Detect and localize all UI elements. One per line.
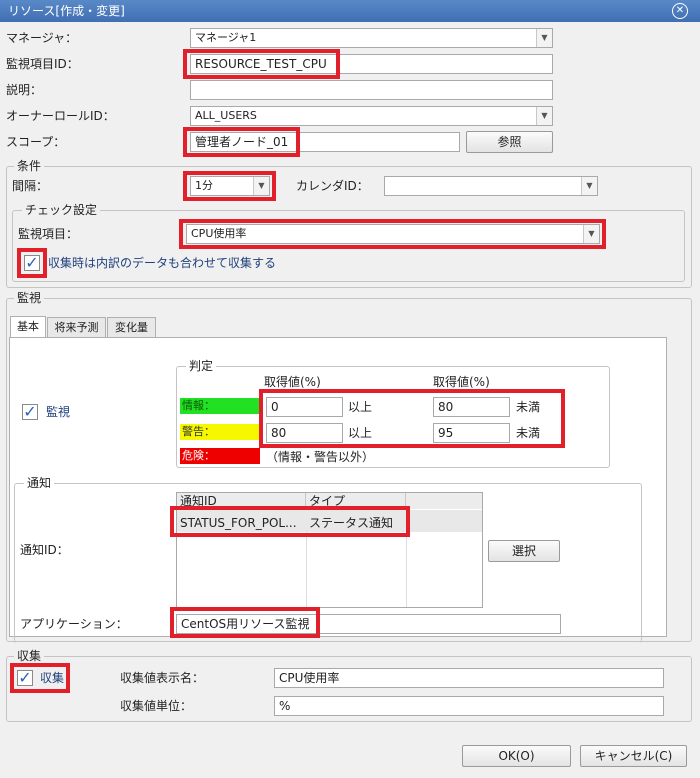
description-label: 説明： [6,83,43,97]
chevron-down-icon: ▼ [536,107,552,125]
highlight-thresholds [259,389,565,448]
calendar-label: カレンダID： [296,179,369,193]
window-title: リソース[作成・変更] [8,4,125,18]
monitor-checkbox[interactable]: ✓ [22,404,38,420]
ok-button[interactable]: OK(O) [462,745,571,767]
scope-browse-button[interactable]: 参照 [466,131,553,153]
highlight-monitor-id [183,49,340,79]
check-settings-legend: チェック設定 [22,203,101,217]
calendar-select[interactable]: ▼ [384,176,598,196]
owner-role-label: オーナーロールID： [6,109,115,123]
highlight-scope [183,127,300,157]
highlight-interval [183,171,276,201]
breakdown-label: 収集時は内訳のデータも合わせて収集する [48,256,277,270]
application-label: アプリケーション： [20,617,128,631]
value-header-1: 取得値(%) [264,375,321,389]
tab-basic[interactable]: 基本 [10,316,46,338]
unit-field[interactable]: % [274,696,664,716]
title-bar: リソース[作成・変更] [0,0,700,22]
tab-change-amount[interactable]: 変化量 [107,317,156,337]
unit-label: 収集値単位： [120,699,193,713]
chevron-down-icon: ▼ [581,177,597,195]
monitor-id-label: 監視項目ID： [6,57,79,71]
collection-legend: 収集 [14,649,45,663]
highlight-collect [10,663,70,693]
close-icon[interactable]: ✕ [672,3,688,19]
scope-label: スコープ： [6,135,66,149]
notification-legend: 通知 [24,476,55,490]
notification-id-label: 通知ID： [20,543,69,557]
owner-role-select[interactable]: ALL_USERS ▼ [190,106,553,126]
highlight-monitor-item [179,219,606,249]
judgement-legend: 判定 [186,359,217,373]
highlight-notification-row [170,506,410,537]
value-header-2: 取得値(%) [433,375,490,389]
chevron-down-icon: ▼ [536,29,552,47]
info-label: 情報： [180,398,260,414]
display-name-label: 収集値表示名： [120,671,205,685]
monitor-checkbox-label: 監視 [46,405,71,419]
scrollbar-track[interactable] [667,337,684,637]
interval-label: 間隔： [12,179,49,193]
description-field[interactable] [190,80,553,100]
highlight-application [170,607,320,638]
manager-select[interactable]: マネージャ1 ▼ [190,28,553,48]
monitoring-legend: 監視 [14,291,45,305]
display-name-field[interactable]: CPU使用率 [274,668,664,688]
manager-label: マネージャ： [6,31,78,45]
conditions-legend: 条件 [14,159,45,173]
manager-value: マネージャ1 [195,31,257,44]
cancel-button[interactable]: キャンセル(C) [580,745,687,767]
tab-forecast[interactable]: 将来予測 [47,317,106,337]
monitor-item-label: 監視項目： [18,227,79,241]
owner-role-value: ALL_USERS [195,109,257,122]
critical-note: （情報・警告以外） [266,450,375,464]
warning-label: 警告： [180,424,260,440]
notification-select-button[interactable]: 選択 [488,540,560,562]
critical-label: 危険： [180,448,260,464]
highlight-breakdown-checkbox [17,248,47,278]
column-header-empty [406,493,482,509]
